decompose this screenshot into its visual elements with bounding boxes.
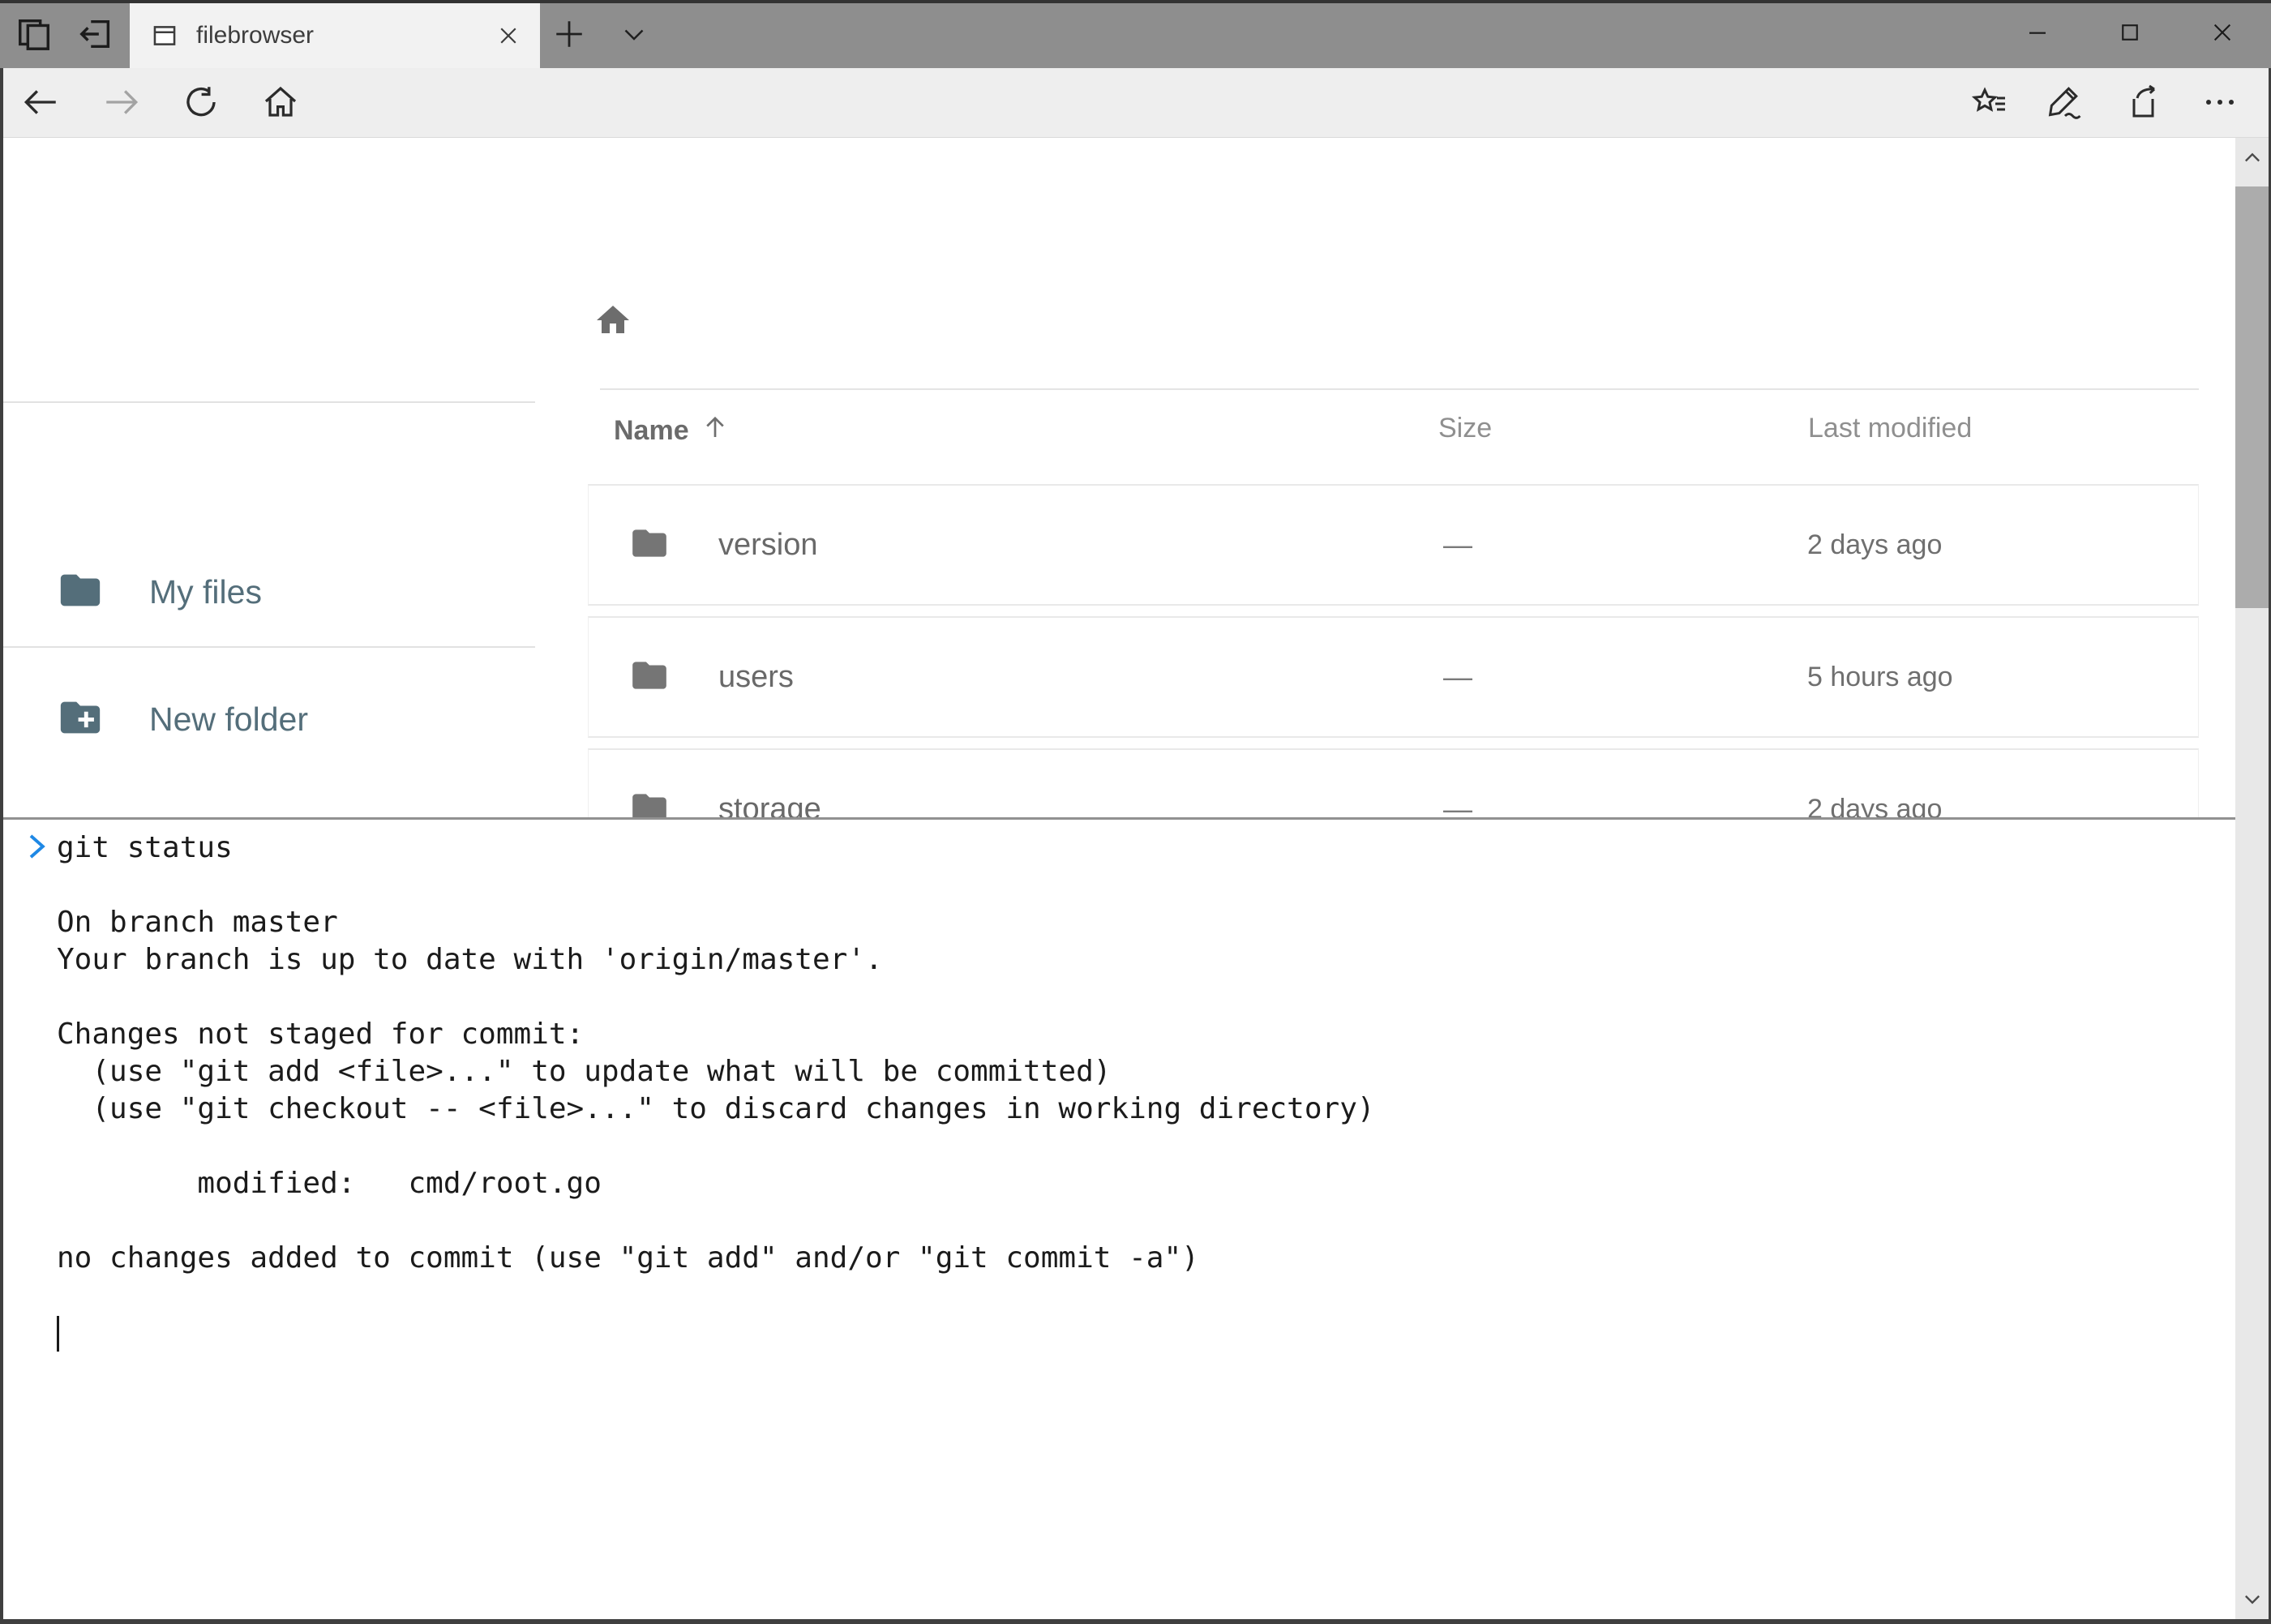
chevron-down-icon [2241, 1588, 2264, 1610]
tab-title: filebrowser [196, 22, 496, 49]
scroll-down-button[interactable] [2235, 1579, 2269, 1619]
column-header-size[interactable]: Size [1438, 413, 1492, 444]
browser-window: filebrowser [0, 0, 2271, 1624]
home-nav-icon [261, 83, 300, 126]
sidebar-divider [3, 646, 535, 648]
page-scrollbar[interactable] [2235, 138, 2269, 1624]
terminal-output-line: On branch master [57, 904, 2211, 941]
ellipsis-icon [2200, 83, 2239, 126]
maximize-icon [2118, 20, 2142, 49]
column-label: Name [614, 415, 689, 447]
file-row[interactable]: users — 5 hours ago [588, 616, 2199, 738]
window-left-border [0, 68, 3, 1624]
scroll-up-button[interactable] [2235, 138, 2269, 178]
sidebar-item-my-files[interactable]: My files [57, 567, 262, 618]
file-modified: 2 days ago [1807, 794, 1942, 818]
terminal-output: git status On branch master Your branch … [57, 829, 2211, 1352]
sidebar-item-label: My files [149, 573, 262, 611]
window-bottom-border [0, 1619, 2271, 1624]
file-listing: Name Size Last modified version — 2 days… [535, 254, 2235, 817]
file-modified: 2 days ago [1807, 529, 1942, 561]
chevron-up-icon [2241, 147, 2264, 169]
terminal-output-line: (use "git checkout -- <file>..." to disc… [57, 1091, 2211, 1128]
maximize-button[interactable] [2085, 11, 2175, 57]
terminal-output-line [57, 1128, 2211, 1165]
file-size: — [1443, 660, 1472, 694]
column-header-modified[interactable]: Last modified [1808, 413, 1972, 444]
minimize-button[interactable] [1993, 11, 2082, 57]
browser-tab[interactable]: filebrowser [130, 3, 540, 68]
terminal-output-line: no changes added to commit (use "git add… [57, 1240, 2211, 1277]
terminal-output-line [57, 867, 2211, 904]
home-icon [593, 301, 632, 340]
sort-asc-icon [701, 413, 730, 449]
folder-icon [629, 523, 670, 568]
terminal-output-line [57, 979, 2211, 1016]
set-tabs-aside-icon [77, 15, 114, 57]
titlebar: filebrowser [0, 0, 2271, 68]
browser-toolbar: filebrowser.web/files/ [0, 68, 2271, 138]
file-row[interactable]: storage — 2 days ago [588, 748, 2199, 817]
terminal-output-line [57, 1202, 2211, 1240]
column-header-name[interactable]: Name [614, 413, 730, 449]
tab-list-button[interactable] [613, 15, 655, 57]
favorites-hub-button[interactable] [1969, 83, 2011, 125]
terminal-output-line: (use "git add <file>..." to update what … [57, 1053, 2211, 1091]
plus-icon [552, 17, 586, 55]
breadcrumb-divider [600, 388, 2199, 390]
sidebar: My files New folder New file Settings [3, 254, 535, 817]
terminal-output-line [57, 1277, 2211, 1314]
set-tabs-aside-button[interactable] [75, 15, 117, 57]
forward-icon [101, 82, 142, 126]
annotate-button[interactable] [2043, 83, 2085, 125]
folder-plus-icon [57, 694, 104, 745]
terminal-cursor [57, 1316, 59, 1352]
tab-preview-icon [15, 15, 53, 57]
forward-button[interactable] [101, 83, 143, 125]
back-icon [20, 82, 61, 126]
scrollbar-thumb[interactable] [2235, 186, 2269, 608]
folder-icon [629, 787, 670, 818]
terminal-panel[interactable]: git status On branch master Your branch … [3, 817, 2235, 1620]
prompt-icon [19, 829, 54, 868]
file-name: storage [718, 792, 821, 818]
sidebar-divider [3, 401, 535, 403]
terminal-output-line: modified: cmd/root.go [57, 1165, 2211, 1202]
file-name: users [718, 660, 794, 695]
home-button[interactable] [259, 83, 302, 125]
tab-preview-button[interactable] [13, 15, 55, 57]
close-window-button[interactable] [2178, 11, 2267, 57]
chevron-down-icon [619, 19, 649, 53]
file-size: — [1443, 792, 1472, 817]
tab-favicon-icon [151, 22, 178, 49]
column-label: Last modified [1808, 413, 1972, 443]
more-options-button[interactable] [2199, 83, 2241, 125]
star-list-icon [1970, 83, 2009, 126]
new-tab-button[interactable] [548, 15, 590, 57]
close-icon [2209, 19, 2235, 49]
app-header [0, 138, 2235, 254]
back-button[interactable] [19, 83, 62, 125]
pen-icon [2045, 83, 2084, 126]
refresh-icon [182, 83, 221, 126]
share-button[interactable] [2121, 83, 2163, 125]
folder-icon [629, 655, 670, 700]
terminal-cursor-line [57, 1314, 2211, 1352]
tab-close-button[interactable] [496, 24, 521, 48]
file-modified: 5 hours ago [1807, 662, 1953, 693]
refresh-button[interactable] [180, 83, 222, 125]
file-name: version [718, 528, 818, 563]
sidebar-item-label: New folder [149, 701, 308, 739]
column-label: Size [1438, 413, 1492, 443]
terminal-output-line: Your branch is up to date with 'origin/m… [57, 941, 2211, 979]
file-size: — [1443, 528, 1472, 562]
folder-icon [57, 567, 104, 618]
share-icon [2123, 83, 2162, 126]
breadcrumb-home-button[interactable] [593, 301, 632, 344]
minimize-icon [2025, 20, 2050, 49]
sidebar-item-new-folder[interactable]: New folder [57, 694, 308, 745]
terminal-output-line: Changes not staged for commit: [57, 1016, 2211, 1053]
file-row[interactable]: version — 2 days ago [588, 484, 2199, 606]
terminal-command: git status [57, 829, 2211, 867]
